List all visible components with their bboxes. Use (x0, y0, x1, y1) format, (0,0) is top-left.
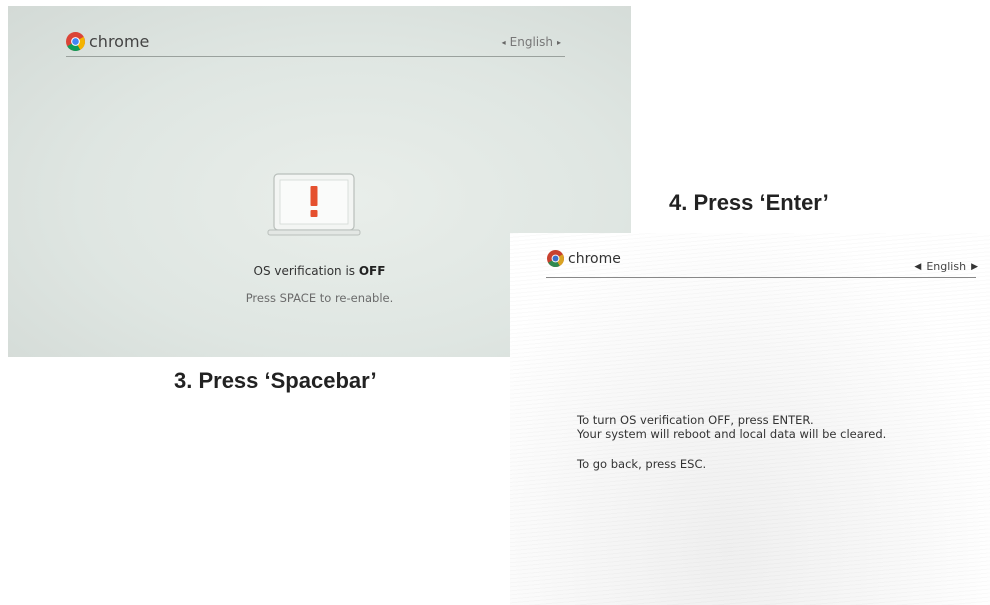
screen-confirm-verification-off: chrome ◀ English ▶ To turn OS verificati… (510, 233, 990, 605)
arrow-right-icon[interactable]: ▶ (971, 262, 978, 272)
confirm-line-enter: To turn OS verification OFF, press ENTER… (577, 413, 814, 427)
arrow-right-icon[interactable]: ▸ (557, 38, 561, 47)
status-prefix: OS verification is (253, 264, 359, 278)
header-divider (546, 277, 976, 278)
confirm-line-escape: To go back, press ESC. (577, 457, 707, 471)
chrome-icon (66, 32, 85, 51)
chrome-logo: chrome (547, 250, 621, 267)
chrome-wordmark: chrome (89, 32, 150, 51)
language-selector[interactable]: ◂ English ▸ (502, 35, 561, 49)
chrome-logo: chrome (66, 32, 149, 51)
caption-step-4: 4. Press ‘Enter’ (669, 190, 829, 215)
laptop-warning-icon (267, 173, 361, 236)
arrow-left-icon[interactable]: ◀ (914, 262, 921, 272)
caption-step-3: 3. Press ‘Spacebar’ (174, 368, 377, 393)
chrome-wordmark: chrome (568, 250, 621, 267)
confirmation-message: To turn OS verification OFF, press ENTER… (577, 413, 886, 471)
language-label: English (926, 260, 967, 273)
confirm-line-reboot-warning: Your system will reboot and local data w… (577, 427, 887, 441)
language-label: English (509, 35, 553, 49)
status-value: OFF (358, 264, 386, 278)
language-selector[interactable]: ◀ English ▶ (914, 260, 978, 273)
chrome-icon (547, 250, 564, 267)
header-divider (66, 56, 565, 57)
arrow-left-icon[interactable]: ◂ (502, 38, 506, 47)
